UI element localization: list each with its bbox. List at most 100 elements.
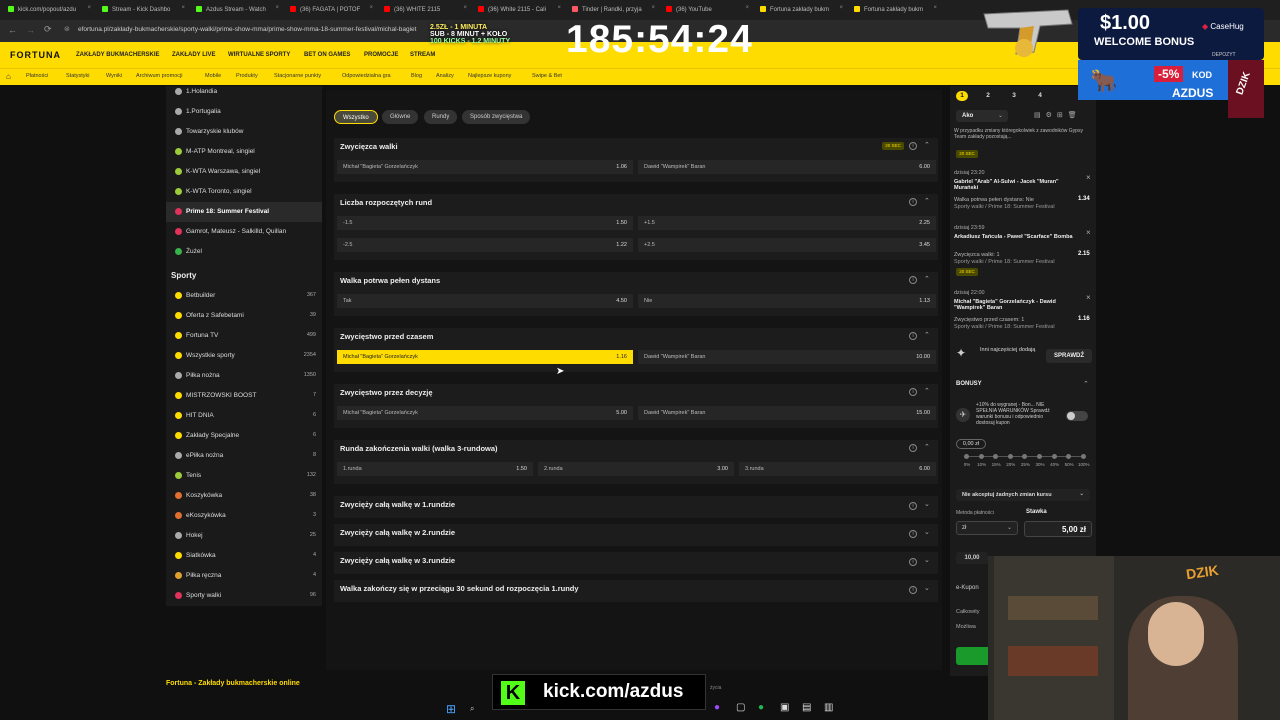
nav-item[interactable]: WIRTUALNE SPORTY [228,52,290,58]
betslip-tab[interactable]: 2 [982,91,994,101]
info-icon[interactable]: i [909,586,917,594]
odds-change-select[interactable]: Nie akceptuj żadnych zmian kursu ⌄ [956,489,1090,501]
sidebar-item[interactable]: Towarzyskie klubów [166,122,322,142]
nav-item[interactable]: ZAKŁADY BUKMACHERSKIE [76,52,160,58]
sidebar-sport-item[interactable]: Piłka nożna 1350 [166,366,322,386]
info-icon[interactable]: i [909,332,917,340]
chevron-down-icon[interactable]: ⌄ [924,556,930,564]
taskbar-app-icon[interactable]: ▣ [780,702,789,713]
filter-pill[interactable]: Wszystko [334,110,378,124]
info-icon[interactable]: i [909,276,917,284]
tab-close-icon[interactable]: × [651,5,655,11]
odd-button[interactable]: Dawid "Wampirek" Baran 15.00 [638,406,936,420]
nav-item[interactable]: ZAKŁADY LIVE [172,52,216,58]
odd-button-selected[interactable]: Michał "Bagieta" Gorzelańczyk 1.16 [337,350,633,364]
taskbar-app-icon[interactable]: ▥ [824,702,833,713]
subnav-item[interactable]: Wyniki [106,73,122,79]
chevron-up-icon[interactable]: ⌃ [924,443,930,451]
sidebar-sport-item[interactable]: ePiłka nożna 8 [166,446,322,466]
subnav-item[interactable]: Odpowiedzialna gra [342,73,391,79]
discord-icon[interactable]: ● [714,702,720,713]
subnav-item[interactable]: Statystyki [66,73,90,79]
spotify-icon[interactable]: ● [758,702,764,713]
check-button[interactable]: SPRAWDŹ [1046,349,1092,363]
taskbar-app-icon[interactable]: ▢ [736,702,745,713]
sidebar-sport-item[interactable]: Hokej 25 [166,526,322,546]
tab-close-icon[interactable]: × [369,5,373,11]
subnav-item[interactable]: Swipe & Bet [532,73,562,79]
tab-close-icon[interactable]: × [839,5,843,11]
odd-button[interactable]: 1.runda 1.50 [337,462,533,476]
odd-button[interactable]: Nie 1.13 [638,294,936,308]
search-icon[interactable]: ⌕ [470,704,474,714]
sidebar-item[interactable]: Gamrot, Mateusz - Salkilld, Quillan [166,222,322,242]
odd-button[interactable]: +1.5 2.25 [638,216,936,230]
sidebar-sport-item[interactable]: Zakłady Specjalne 6 [166,426,322,446]
browser-tab[interactable]: Tinder | Randki, przyja × [566,2,658,18]
sidebar-sport-item[interactable]: MISTRZOWSKI BOOST 7 [166,386,322,406]
subnav-item[interactable]: Blog [411,73,422,79]
info-icon[interactable]: i [909,502,917,510]
site-logo[interactable]: FORTUNA [10,50,61,60]
windows-start-icon[interactable]: ⊞ [446,702,456,716]
chevron-down-icon[interactable]: ⌄ [924,528,930,536]
sidebar-item[interactable]: M-ATP Montreal, singiel [166,142,322,162]
filter-pill[interactable]: Sposób zwycięstwa [462,110,531,124]
odd-button[interactable]: Michał "Bagieta" Gorzelańczyk 5.00 [337,406,633,420]
bet-type-select[interactable]: Ako ⌄ [956,110,1008,122]
slider-step[interactable] [1037,454,1042,459]
sidebar-sport-item[interactable]: Betbuilder 367 [166,286,322,306]
subnav-item[interactable]: Archiwum promocji [136,73,182,79]
info-icon[interactable]: i [909,198,917,206]
reload-icon[interactable]: ⟳ [44,24,52,35]
sidebar-item[interactable]: K-WTA Warszawa, singiel [166,162,322,182]
browser-tab[interactable]: (36) WHITE 2115 × [378,2,470,18]
chevron-up-icon[interactable]: ⌃ [924,275,930,283]
chevron-up-icon[interactable]: ⌃ [924,141,930,149]
bonus-toggle[interactable] [1066,411,1088,421]
betslip-tab[interactable]: 4 [1034,91,1046,101]
tab-close-icon[interactable]: × [557,5,561,11]
filter-pill[interactable]: Główne [382,110,419,124]
tab-close-icon[interactable]: × [933,5,937,11]
slider-step[interactable] [1051,454,1057,459]
info-icon[interactable]: i [909,444,917,452]
slider-step[interactable] [1007,454,1013,459]
remove-bet-icon[interactable]: × [1086,173,1091,182]
browser-tab[interactable]: Fortuna zakłady bukm × [848,2,940,18]
chevron-down-icon[interactable]: ⌄ [924,584,930,592]
nav-item[interactable]: BET ON GAMES [304,52,350,58]
home-icon[interactable]: ⌂ [6,72,11,81]
slider-step[interactable] [1080,454,1086,459]
odd-button[interactable]: 2.runda 3.00 [538,462,734,476]
tab-close-icon[interactable]: × [87,5,91,11]
odd-button[interactable]: Michał "Bagieta" Gorzelańczyk 1.06 [337,160,633,174]
back-icon[interactable]: ← [8,25,17,35]
sidebar-item[interactable]: 1.Portugalia [166,102,322,122]
odd-button[interactable]: 3.runda 6.00 [739,462,936,476]
remove-bet-icon[interactable]: × [1086,228,1091,237]
nav-item[interactable]: PROMOCJE [364,52,398,58]
chevron-up-icon[interactable]: ⌃ [924,197,930,205]
sidebar-sport-item[interactable]: Koszykówka 38 [166,486,322,506]
subnav-item[interactable]: Mobile [205,73,221,79]
sidebar-sport-item[interactable]: Fortuna TV 499 [166,326,322,346]
site-info-icon[interactable]: ⊜ [64,25,70,33]
filter-pill[interactable]: Rundy [424,110,458,124]
sidebar-sport-item[interactable]: Sporty walki 96 [166,586,322,606]
sidebar-sport-item[interactable]: Piłka ręczna 4 [166,566,322,586]
sidebar-sport-item[interactable]: eKoszykówka 3 [166,506,322,526]
chevron-up-icon[interactable]: ⌃ [1083,380,1089,388]
slider-step[interactable] [978,454,984,459]
browser-tab[interactable]: Stream - Kick Dashbo × [96,2,188,18]
payment-method-select[interactable]: zł ⌄ [956,521,1018,535]
info-icon[interactable]: i [909,558,917,566]
chevron-up-icon[interactable]: ⌃ [924,387,930,395]
subnav-item[interactable]: Analizy [436,73,454,79]
sidebar-sport-item[interactable]: Wszystkie sporty 2354 [166,346,322,366]
sidebar-item[interactable]: K-WTA Toronto, singiel [166,182,322,202]
sidebar-item[interactable]: Prime 18: Summer Festival [166,202,322,222]
browser-tab[interactable]: Azdus Stream - Watch × [190,2,282,18]
browser-tab[interactable]: Fortuna zakłady bukm × [754,2,846,18]
chevron-up-icon[interactable]: ⌃ [924,331,930,339]
